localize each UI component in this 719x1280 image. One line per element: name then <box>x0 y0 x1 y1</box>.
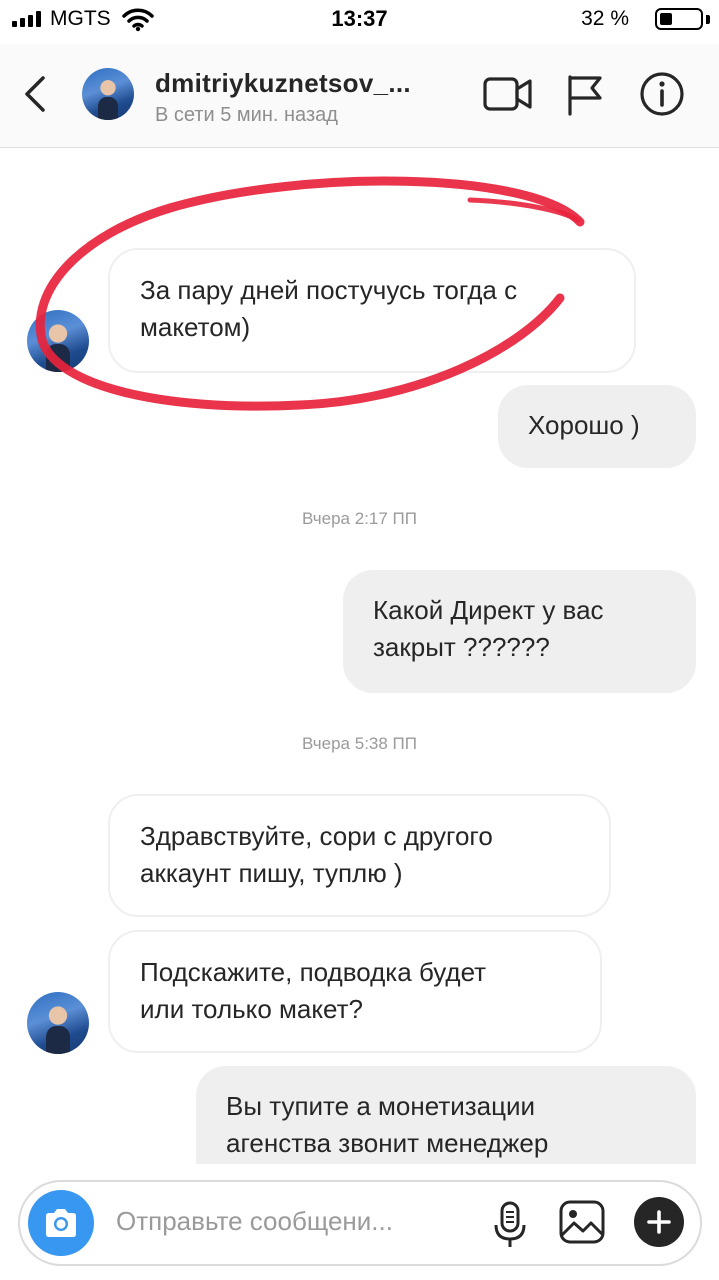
plus-icon <box>647 1210 671 1234</box>
video-call-icon[interactable] <box>482 72 534 116</box>
message-line: Здравствуйте, сори с другого <box>140 821 493 851</box>
info-icon[interactable] <box>638 72 686 120</box>
message-line: Какой Директ у вас <box>373 595 604 625</box>
message-bubble-sent[interactable]: Вы тупите а монетизации агенства звонит … <box>196 1066 696 1164</box>
timestamp: Вчера 2:17 ПП <box>302 509 417 528</box>
message-line: Подскажите, подводка будет <box>140 957 487 987</box>
status-bar: MGTS 13:37 32 % <box>0 0 719 44</box>
message-line: Вы тупите а монетизации <box>226 1091 536 1121</box>
contact-username[interactable]: dmitriykuznetsov_... <box>155 68 411 99</box>
battery-level-fill <box>660 13 672 25</box>
message-line: аккаунт пишу, туплю ) <box>140 858 403 888</box>
sender-avatar[interactable] <box>27 992 89 1054</box>
message-bubble-received[interactable]: Здравствуйте, сори с другого аккаунт пиш… <box>108 794 611 917</box>
message-bubble-received[interactable]: Подскажите, подводка будет или только ма… <box>108 930 602 1053</box>
chat-header: dmitriykuznetsov_... В сети 5 мин. назад <box>0 44 719 148</box>
back-chevron-icon[interactable] <box>22 74 48 114</box>
message-composer: Отправьте сообщени... <box>18 1180 702 1266</box>
camera-button[interactable] <box>28 1190 94 1256</box>
microphone-icon[interactable] <box>492 1201 528 1251</box>
camera-icon <box>46 1209 76 1237</box>
message-line: агенства звонит менеджер <box>226 1128 549 1158</box>
message-line: или только макет? <box>140 994 363 1024</box>
message-line: закрыт ?????? <box>373 632 550 662</box>
message-input[interactable]: Отправьте сообщени... <box>116 1206 393 1237</box>
gallery-icon[interactable] <box>558 1199 606 1245</box>
battery-icon <box>655 8 703 30</box>
add-media-button[interactable] <box>634 1197 684 1247</box>
timestamp: Вчера 5:38 ПП <box>302 734 417 753</box>
contact-online-status: В сети 5 мин. назад <box>155 104 338 126</box>
contact-avatar[interactable] <box>82 68 134 120</box>
message-bubble-sent[interactable]: Какой Директ у вас закрыт ?????? <box>343 570 696 693</box>
red-highlight-annotation <box>35 176 585 411</box>
battery-tip <box>706 15 710 24</box>
battery-percentage: 32 % <box>581 7 629 30</box>
flag-icon[interactable] <box>564 72 608 116</box>
